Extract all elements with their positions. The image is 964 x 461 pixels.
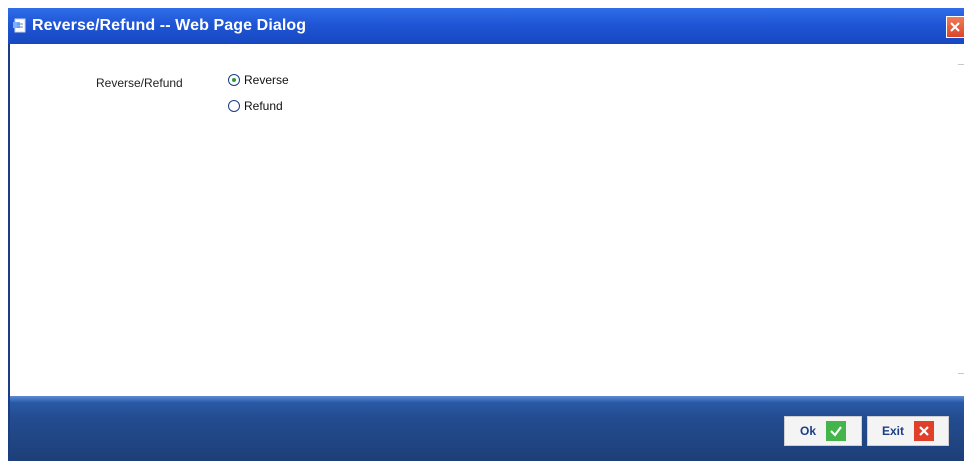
dialog-window: Reverse/Refund -- Web Page Dialog Revers…: [0, 0, 964, 461]
page-icon: [12, 18, 28, 34]
title-bar[interactable]: Reverse/Refund -- Web Page Dialog: [8, 8, 964, 44]
radio-reverse-label: Reverse: [244, 73, 289, 87]
ok-button-label: Ok: [799, 424, 816, 438]
close-icon[interactable]: [946, 16, 964, 38]
dialog-footer: Ok Exit: [8, 396, 964, 461]
radio-option-refund[interactable]: Refund: [228, 99, 283, 113]
radio-refund-label: Refund: [244, 99, 283, 113]
window-title: Reverse/Refund -- Web Page Dialog: [32, 17, 307, 34]
exit-button-label: Exit: [881, 424, 904, 438]
close-icon: [914, 421, 934, 441]
ok-button[interactable]: Ok: [784, 416, 862, 446]
exit-button[interactable]: Exit: [867, 416, 949, 446]
dialog-content: [8, 44, 958, 400]
radio-reverse[interactable]: [228, 74, 240, 86]
radio-option-reverse[interactable]: Reverse: [228, 73, 289, 87]
scrollbar-top[interactable]: [958, 52, 964, 65]
reverse-refund-label: Reverse/Refund: [96, 76, 183, 90]
checkmark-icon: [826, 421, 846, 441]
footer-bevel: [10, 396, 964, 402]
scrollbar-bottom[interactable]: [958, 373, 964, 386]
radio-refund[interactable]: [228, 100, 240, 112]
